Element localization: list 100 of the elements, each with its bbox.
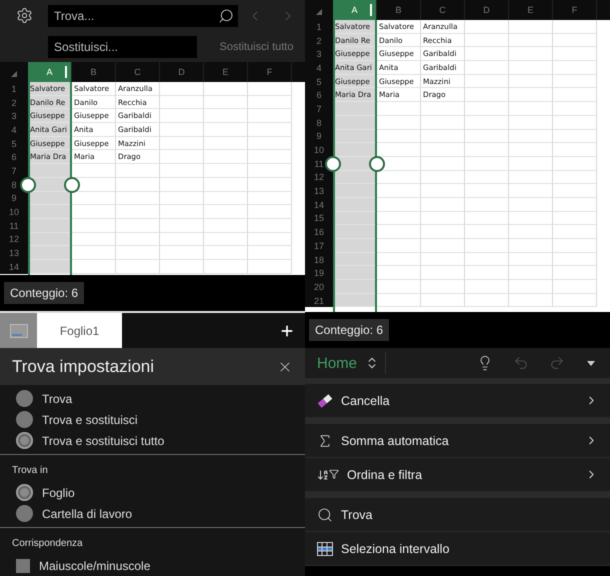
table-cell	[553, 74, 597, 88]
menu-item[interactable]: Ordina e filtra	[305, 458, 610, 492]
table-cell	[248, 136, 292, 150]
radio-option[interactable]: Cartella di lavoro	[0, 503, 305, 524]
row-number: 9	[305, 130, 333, 144]
table-cell	[509, 266, 553, 280]
row-number: 4	[0, 123, 28, 137]
menu-item[interactable]: Trova	[305, 498, 610, 532]
table-cell	[377, 184, 421, 198]
column-header[interactable]: A	[28, 62, 72, 82]
table-cell	[465, 198, 509, 212]
menu-item[interactable]: Cancella	[305, 384, 610, 418]
table-cell	[421, 294, 465, 308]
table-cell	[465, 88, 509, 102]
table-cell	[377, 225, 421, 239]
checkbox-option[interactable]: Maiuscole/minuscole	[0, 555, 305, 576]
table-cell	[509, 34, 553, 48]
table-cell	[509, 88, 553, 102]
row-number: 10	[0, 205, 28, 219]
table-cell	[248, 109, 292, 124]
table-cell	[160, 136, 204, 150]
table-cell	[553, 184, 597, 198]
table-cell	[160, 164, 204, 178]
replace-field[interactable]: Sostituisci...	[48, 36, 197, 58]
table-cell	[465, 130, 509, 144]
table-cell	[465, 294, 509, 308]
table-cell	[509, 239, 553, 253]
row-number: 2	[305, 34, 333, 48]
row-number: 15	[305, 212, 333, 226]
table-cell	[553, 143, 597, 157]
row-number: 11	[0, 218, 28, 233]
row-number: 12	[0, 232, 28, 246]
table-cell	[553, 20, 597, 34]
table-cell	[553, 88, 597, 102]
table-cell	[553, 47, 597, 62]
table-cell	[553, 294, 597, 308]
row-number: 19	[305, 266, 333, 280]
row-number: 1	[0, 82, 28, 96]
sheet-tab[interactable]: Foglio1	[37, 313, 122, 348]
table-cell	[509, 102, 553, 116]
table-cell	[509, 74, 553, 88]
find-field[interactable]: Trova...	[48, 4, 238, 26]
table-cell	[377, 170, 421, 184]
table-cell	[553, 130, 597, 144]
table-cell	[248, 82, 292, 96]
table-cell	[377, 212, 421, 226]
table-cell	[465, 34, 509, 48]
row-number: 21	[305, 294, 333, 308]
search-icon[interactable]	[218, 8, 234, 24]
table-cell	[509, 116, 553, 130]
table-cell	[248, 123, 292, 137]
table-cell	[377, 116, 421, 130]
ribbon-tab-button[interactable]: Home	[317, 354, 380, 372]
table-cell	[72, 164, 116, 178]
table-cell	[204, 232, 248, 246]
column-header[interactable]: A	[333, 0, 377, 20]
table-cell	[160, 218, 204, 233]
table-cell	[465, 184, 509, 198]
table-cell	[116, 232, 160, 246]
table-cell	[465, 20, 509, 34]
table-cell	[421, 266, 465, 280]
table-cell	[248, 96, 292, 110]
table-cell	[553, 116, 597, 130]
table-cell	[204, 109, 248, 124]
row-number: 3	[305, 47, 333, 62]
radio-option[interactable]: Trova	[0, 388, 305, 409]
table-cell	[72, 192, 116, 206]
table-cell	[160, 192, 204, 206]
table-cell	[333, 184, 377, 198]
table-cell	[421, 252, 465, 266]
table-cell	[553, 34, 597, 48]
table-cell	[333, 266, 377, 280]
section-title: Trova in	[11, 464, 49, 478]
table-cell	[509, 143, 553, 157]
panel-title: Trova impostazioni	[12, 356, 154, 376]
row-number: 8	[305, 116, 333, 130]
table-cell	[553, 225, 597, 239]
table-cell	[160, 246, 204, 260]
search-icon	[317, 506, 333, 522]
radio-option[interactable]: Trova e sostituisci tutto	[0, 430, 305, 451]
table-cell	[509, 61, 553, 75]
table-cell	[72, 218, 116, 233]
table-cell	[553, 170, 597, 184]
table-cell	[465, 61, 509, 75]
table-cell	[204, 178, 248, 192]
table-cell	[116, 164, 160, 178]
menu-item[interactable]: Somma automatica	[305, 424, 610, 458]
row-number: 13	[0, 246, 28, 260]
table-cell	[160, 82, 204, 96]
row-number: 18	[305, 252, 333, 266]
radio-option[interactable]: Foglio	[0, 482, 305, 503]
row-number: 14	[0, 260, 28, 274]
table-cell	[28, 164, 72, 178]
row-number: 7	[305, 102, 333, 116]
table-cell	[509, 156, 553, 171]
count-status: Conteggio: 6	[309, 319, 390, 341]
radio-option[interactable]: Trova e sostituisci	[0, 409, 305, 430]
table-cell	[509, 225, 553, 239]
table-cell	[377, 239, 421, 253]
menu-item[interactable]: Seleziona intervallo	[305, 532, 610, 566]
